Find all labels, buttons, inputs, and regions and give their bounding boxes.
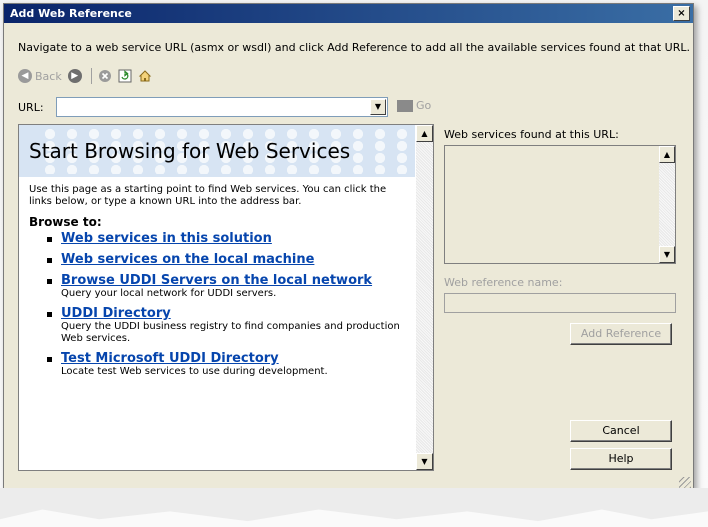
link-browse-uddi-servers[interactable]: Browse UDDI Servers on the local network — [61, 273, 372, 288]
list-item: Web services in this solution — [45, 231, 405, 246]
browse-banner: Start Browsing for Web Services — [19, 125, 415, 177]
home-icon[interactable] — [138, 69, 152, 83]
back-button-label: Back — [35, 69, 62, 83]
url-input[interactable]: ▼ — [56, 97, 388, 117]
back-arrow-icon: ◀ — [18, 69, 32, 83]
stop-icon[interactable] — [98, 69, 112, 83]
list-item: Web services on the local machine — [45, 252, 405, 267]
browse-to-heading: Browse to: — [29, 215, 102, 229]
url-label: URL: — [18, 101, 44, 114]
browse-links-list: Web services in this solution Web servic… — [45, 231, 405, 382]
services-scrollbar[interactable]: ▲ ▼ — [659, 146, 675, 263]
scroll-down-icon[interactable]: ▼ — [416, 453, 433, 470]
link-web-services-in-solution[interactable]: Web services in this solution — [61, 231, 272, 246]
web-reference-name-input[interactable] — [444, 293, 676, 313]
forward-arrow-icon: ▶ — [67, 69, 82, 83]
list-item: Test Microsoft UDDI Directory Locate tes… — [45, 351, 405, 378]
list-item: UDDI Directory Query the UDDI business r… — [45, 306, 405, 345]
go-arrow-icon — [397, 99, 413, 112]
navigation-toolbar: ◀ Back ▶ — [18, 65, 158, 87]
web-reference-name-label: Web reference name: — [444, 276, 563, 289]
link-test-microsoft-uddi[interactable]: Test Microsoft UDDI Directory — [61, 351, 279, 366]
chevron-down-icon[interactable]: ▼ — [370, 99, 386, 115]
add-web-reference-dialog: Add Web Reference × Navigate to a web se… — [3, 3, 694, 492]
link-uddi-directory[interactable]: UDDI Directory — [61, 306, 171, 321]
link-web-services-local-machine[interactable]: Web services on the local machine — [61, 252, 314, 267]
browser-heading: Start Browsing for Web Services — [29, 139, 351, 163]
scroll-down-icon[interactable]: ▼ — [659, 246, 675, 263]
scroll-up-icon[interactable]: ▲ — [659, 146, 675, 163]
forward-button[interactable]: ▶ — [67, 69, 85, 83]
help-button[interactable]: Help — [570, 448, 672, 470]
go-button-label: Go — [416, 99, 432, 112]
resize-grip-icon[interactable] — [679, 477, 691, 489]
title-bar: Add Web Reference × — [4, 4, 693, 23]
browser-scrollbar[interactable]: ▲ ▼ — [416, 125, 433, 470]
browser-pane[interactable]: Start Browsing for Web Services Use this… — [18, 124, 434, 471]
browser-intro: Use this page as a starting point to fin… — [29, 184, 387, 207]
add-reference-button[interactable]: Add Reference — [570, 323, 672, 345]
close-button[interactable]: × — [673, 6, 690, 21]
link-description: Query your local network for UDDI server… — [61, 288, 277, 299]
link-description: Locate test Web services to use during d… — [61, 366, 328, 377]
toolbar-separator — [90, 68, 92, 84]
link-description: Query the UDDI business registry to find… — [61, 321, 400, 344]
cancel-button[interactable]: Cancel — [570, 420, 672, 442]
refresh-icon[interactable] — [118, 69, 132, 83]
back-button[interactable]: ◀ Back — [18, 69, 62, 83]
go-button[interactable]: Go — [397, 99, 431, 112]
services-found-list[interactable]: ▲ ▼ — [444, 145, 676, 264]
dialog-title: Add Web Reference — [10, 7, 132, 20]
scroll-up-icon[interactable]: ▲ — [416, 125, 433, 142]
instructions-text: Navigate to a web service URL (asmx or w… — [18, 41, 690, 54]
services-found-label: Web services found at this URL: — [444, 128, 619, 141]
list-item: Browse UDDI Servers on the local network… — [45, 273, 405, 300]
